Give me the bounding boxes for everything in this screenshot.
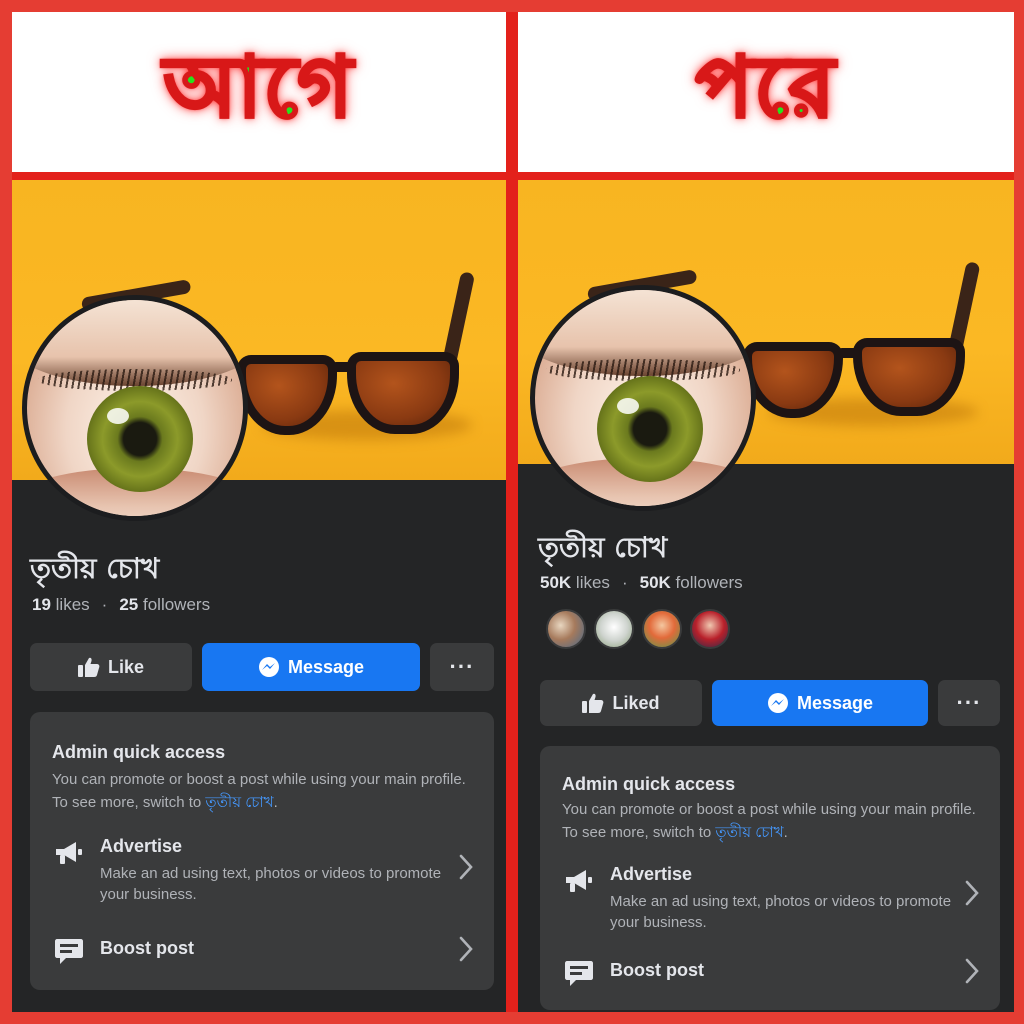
liked-button-label: Liked: [612, 692, 660, 713]
followers-count: 50K: [639, 573, 671, 592]
profile-picture[interactable]: [22, 295, 248, 521]
followers-count: 25: [119, 595, 139, 614]
megaphone-icon: [562, 864, 596, 898]
followers-label: followers: [675, 573, 743, 592]
more-dots-icon: ···: [956, 690, 982, 715]
boost-post-icon: [562, 956, 596, 990]
after-panel: পরে তৃতীয় চোখ 50K likes · 50K followers: [518, 12, 1014, 1012]
likes-label: likes: [575, 573, 610, 592]
message-button-label: Message: [796, 692, 874, 713]
admin-quick-access-card: Admin quick access You can promote or bo…: [540, 746, 1000, 1010]
chevron-right-icon: [960, 958, 984, 984]
likes-count: 19: [32, 595, 51, 614]
page-name: তৃতীয় চোখ: [30, 552, 160, 585]
message-button[interactable]: Message: [712, 680, 928, 726]
friend-avatar[interactable]: [546, 609, 586, 649]
admin-title: Admin quick access: [52, 742, 226, 762]
messenger-icon: [767, 692, 789, 714]
advertise-title: Advertise: [100, 836, 183, 856]
before-heading: আগে: [162, 36, 355, 137]
likes-count: 50K: [540, 573, 572, 592]
more-dots-icon: ···: [449, 654, 475, 679]
page-name: তৃতীয় চোখ: [538, 531, 668, 564]
more-options-button[interactable]: ···: [430, 643, 494, 691]
friend-avatar[interactable]: [594, 609, 634, 649]
admin-description: You can promote or boost a post while us…: [562, 801, 976, 841]
advertise-description: Make an ad using text, photos or videos …: [100, 865, 442, 903]
admin-quick-access-card: Admin quick access You can promote or bo…: [30, 712, 494, 990]
message-button[interactable]: Message: [202, 643, 420, 691]
chevron-right-icon: [454, 936, 478, 962]
advertise-title: Advertise: [610, 864, 693, 884]
friend-avatar[interactable]: [642, 609, 682, 649]
thumbs-up-icon: [582, 693, 604, 713]
page-stats: 50K likes · 50K followers: [540, 573, 743, 593]
separator-dot: ·: [621, 573, 628, 592]
boost-post-title: Boost post: [610, 960, 704, 980]
heading-divider: [12, 172, 506, 180]
advertise-row[interactable]: Advertise Make an ad using text, photos …: [562, 864, 984, 933]
heading-divider: [518, 172, 1014, 180]
before-heading-box: আগে: [12, 12, 506, 172]
likes-label: likes: [55, 595, 90, 614]
more-options-button[interactable]: ···: [938, 680, 1000, 726]
switch-profile-link[interactable]: তৃতীয় চোখ: [205, 794, 273, 811]
admin-title: Admin quick access: [562, 774, 736, 794]
boost-post-title: Boost post: [100, 938, 194, 958]
advertise-row[interactable]: Advertise Make an ad using text, photos …: [52, 836, 478, 905]
boost-post-row[interactable]: Boost post: [52, 934, 478, 968]
profile-picture[interactable]: [530, 285, 756, 511]
separator-dot: ·: [101, 595, 108, 614]
like-button[interactable]: Like: [30, 643, 192, 691]
friend-avatar[interactable]: [690, 609, 730, 649]
switch-profile-link[interactable]: তৃতীয় চোখ: [715, 824, 783, 841]
after-heading: পরে: [694, 36, 837, 137]
thumbs-up-icon: [77, 657, 100, 677]
megaphone-icon: [52, 836, 86, 870]
followers-label: followers: [143, 595, 211, 614]
messenger-icon: [258, 656, 280, 678]
boost-post-icon: [52, 934, 86, 968]
friends-avatars: [546, 609, 730, 649]
after-heading-box: পরে: [518, 12, 1014, 172]
advertise-description: Make an ad using text, photos or videos …: [610, 893, 952, 931]
like-button-label: Like: [107, 656, 145, 677]
message-button-label: Message: [287, 656, 365, 677]
boost-post-row[interactable]: Boost post: [562, 956, 984, 990]
chevron-right-icon: [960, 880, 984, 906]
page-stats: 19 likes · 25 followers: [32, 595, 210, 615]
liked-button[interactable]: Liked: [540, 680, 702, 726]
chevron-right-icon: [454, 854, 478, 880]
admin-description: You can promote or boost a post while us…: [52, 771, 466, 811]
before-panel: আগে তৃতীয় চোখ 19 likes · 25 followers L…: [12, 12, 506, 1012]
center-divider: [506, 12, 518, 1012]
